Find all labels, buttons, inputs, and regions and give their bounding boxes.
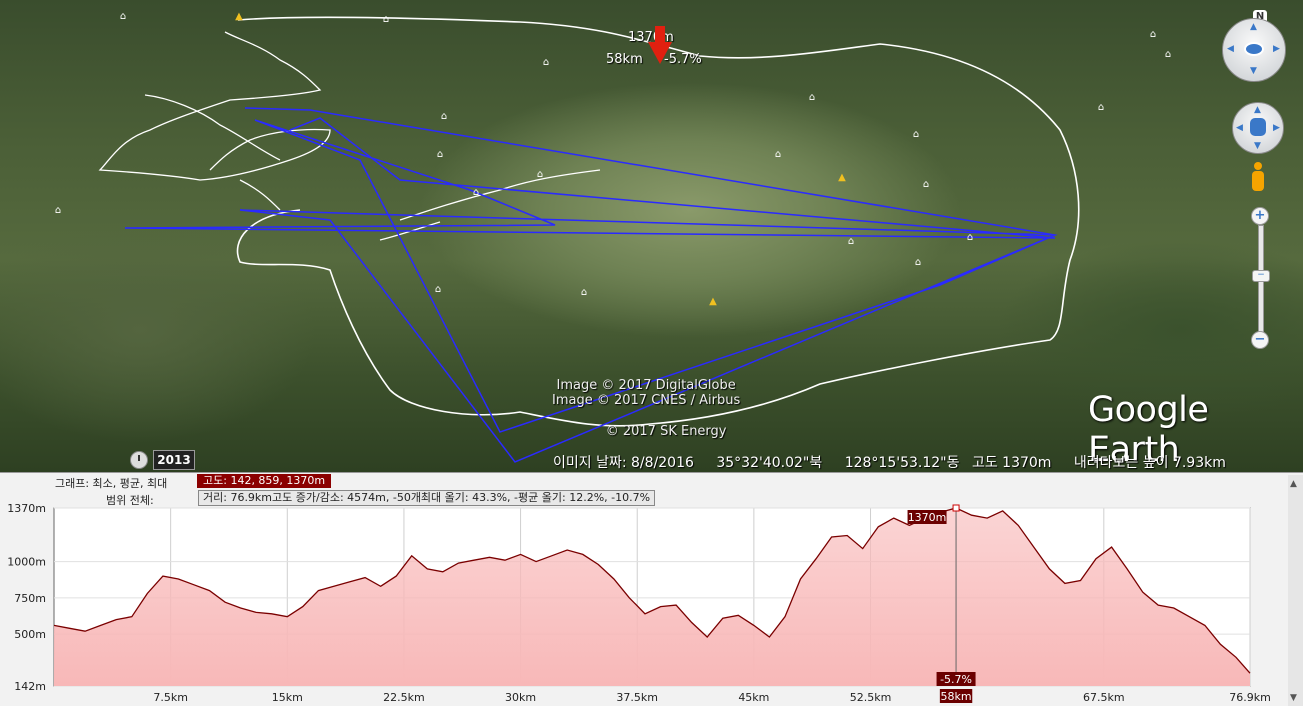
x-tick-label: 30km: [505, 691, 536, 704]
zoom-slider[interactable]: + − −: [1251, 207, 1270, 349]
move-up-arrow-icon[interactable]: ▲: [1254, 105, 1261, 115]
landmark-icon[interactable]: ⌂: [117, 12, 129, 22]
imagery-date: 이미지 날짜: 8/8/2016: [553, 455, 694, 471]
x-tick-label: 15km: [272, 691, 303, 704]
landmark-icon[interactable]: ⌂: [540, 58, 552, 68]
landmark-icon[interactable]: ⌂: [772, 150, 784, 160]
landmark-icon[interactable]: ⌂: [438, 112, 450, 122]
hand-icon: [1250, 118, 1266, 136]
graph-label: 그래프: 최소, 평균, 최대: [55, 477, 168, 490]
street-view-pegman-icon[interactable]: [1252, 162, 1264, 192]
scroll-down-arrow-icon[interactable]: ▼: [1290, 693, 1297, 703]
landmark-icon[interactable]: ⌂: [380, 15, 392, 25]
move-control[interactable]: ▲ ▼ ◀ ▶: [1232, 102, 1284, 154]
historical-imagery-clock-icon[interactable]: [130, 451, 148, 469]
move-down-arrow-icon[interactable]: ▼: [1254, 141, 1261, 151]
x-tick-label: 22.5km: [383, 691, 425, 704]
imagery-copyright: Image © 2017 DigitalGlobe Image © 2017 C…: [552, 378, 740, 439]
landmark-icon[interactable]: ⌂: [806, 93, 818, 103]
x-axis: 7.5km 15km 22.5km 30km 37.5km 45km 52.5km 67.5k…: [153, 691, 1270, 704]
position-marker-icon: [648, 26, 672, 64]
landmark-icon[interactable]: ⌂: [910, 130, 922, 140]
look-around-control[interactable]: ▲ ▼ ◀ ▶: [1222, 18, 1286, 82]
cursor-altitude-label: 1370m: [908, 511, 947, 524]
landmark-icon[interactable]: ⌂: [534, 170, 546, 180]
cursor-point[interactable]: [952, 504, 960, 512]
gps-track-loops: [98, 31, 601, 241]
landmark-icon[interactable]: ⌂: [432, 285, 444, 295]
x-tick-label: 45km: [738, 691, 769, 704]
look-left-arrow-icon[interactable]: ◀: [1227, 44, 1234, 54]
scroll-up-arrow-icon[interactable]: ▲: [1290, 479, 1297, 489]
warning-icon[interactable]: ▲: [836, 173, 848, 183]
marker-distance: 58km: [606, 52, 643, 67]
x-tick-label: 7.5km: [153, 691, 188, 704]
x-tick-label: 76.9km: [1229, 691, 1271, 704]
zoom-thumb[interactable]: −: [1252, 270, 1270, 282]
move-right-arrow-icon[interactable]: ▶: [1273, 123, 1280, 133]
map-view[interactable]: ⌂ ▲ ⌂ ⌂ ⌂ ⌂ ⌂ ⌂ ⌂ ⌂ ⌂ ⌂ ⌂ ▲ ⌂ ⌂ ⌂ ⌂ ⌂ ⌂ …: [0, 0, 1303, 472]
x-tick-label: 37.5km: [616, 691, 658, 704]
y-tick-label: 500m: [14, 628, 46, 641]
copyright-line: Image © 2017 DigitalGlobe: [556, 378, 736, 393]
y-tick-label: 142m: [14, 680, 46, 693]
landmark-icon[interactable]: ⌂: [578, 288, 590, 298]
y-tick-label: 1000m: [7, 556, 46, 569]
cursor-grade-label: -5.7%: [940, 673, 972, 686]
historical-imagery-year[interactable]: 2013: [153, 450, 195, 470]
landmark-icon[interactable]: ⌂: [920, 180, 932, 190]
cursor-km-label: 58km: [941, 690, 972, 703]
eye-icon: [1244, 42, 1264, 56]
zoom-out-button[interactable]: −: [1251, 331, 1269, 349]
warning-icon[interactable]: ▲: [233, 12, 245, 22]
warning-icon[interactable]: ▲: [707, 297, 719, 307]
landmark-icon[interactable]: ⌂: [964, 233, 976, 243]
y-tick-label: 750m: [14, 592, 46, 605]
landmark-icon[interactable]: ⌂: [52, 206, 64, 216]
landmark-icon[interactable]: ⌂: [434, 150, 446, 160]
landmark-icon[interactable]: ⌂: [470, 188, 482, 198]
gps-track: [236, 16, 1080, 427]
move-left-arrow-icon[interactable]: ◀: [1236, 123, 1243, 133]
zoom-in-button[interactable]: +: [1251, 207, 1269, 225]
y-axis: 1370m 1000m 750m 500m 142m: [7, 503, 46, 693]
pegman-head: [1254, 162, 1262, 170]
landmark-icon[interactable]: ⌂: [1162, 50, 1174, 60]
landmark-icon[interactable]: ⌂: [845, 237, 857, 247]
landmark-icon[interactable]: ⌂: [1147, 30, 1159, 40]
graph-value: 고도: 142, 859, 1370m: [197, 474, 332, 488]
longitude: 128°15'53.12"동: [844, 455, 960, 471]
look-up-arrow-icon[interactable]: ▲: [1250, 22, 1257, 32]
eye-altitude: 내려다보는 높이 7.93km: [1073, 455, 1226, 471]
copyright-line: © 2017 SK Energy: [605, 424, 727, 439]
x-tick-label: 52.5km: [850, 691, 892, 704]
y-tick-label: 1370m: [7, 503, 46, 515]
look-right-arrow-icon[interactable]: ▶: [1273, 44, 1280, 54]
x-tick-label: 67.5km: [1083, 691, 1125, 704]
scrollbar[interactable]: ▲ ▼: [1288, 475, 1303, 706]
landmark-icon[interactable]: ⌂: [1095, 103, 1107, 113]
elevation-chart[interactable]: 1370m 1000m 750m 500m 142m 7.5km 15km 22.5km 30…: [0, 503, 1288, 706]
status-bar: 이미지 날짜: 8/8/2016 35°32'40.02"북 128°15'53…: [553, 452, 1244, 472]
latitude: 35°32'40.02"북: [716, 455, 823, 471]
pegman-body: [1252, 171, 1264, 191]
elevation-profile-panel: 그래프: 최소, 평균, 최대 고도: 142, 859, 1370m 범위 전…: [0, 472, 1303, 706]
landmark-icon[interactable]: ⌂: [912, 258, 924, 268]
copyright-line: Image © 2017 CNES / Airbus: [552, 393, 741, 408]
look-down-arrow-icon[interactable]: ▼: [1250, 66, 1257, 76]
altitude: 고도 1370m: [971, 455, 1052, 471]
